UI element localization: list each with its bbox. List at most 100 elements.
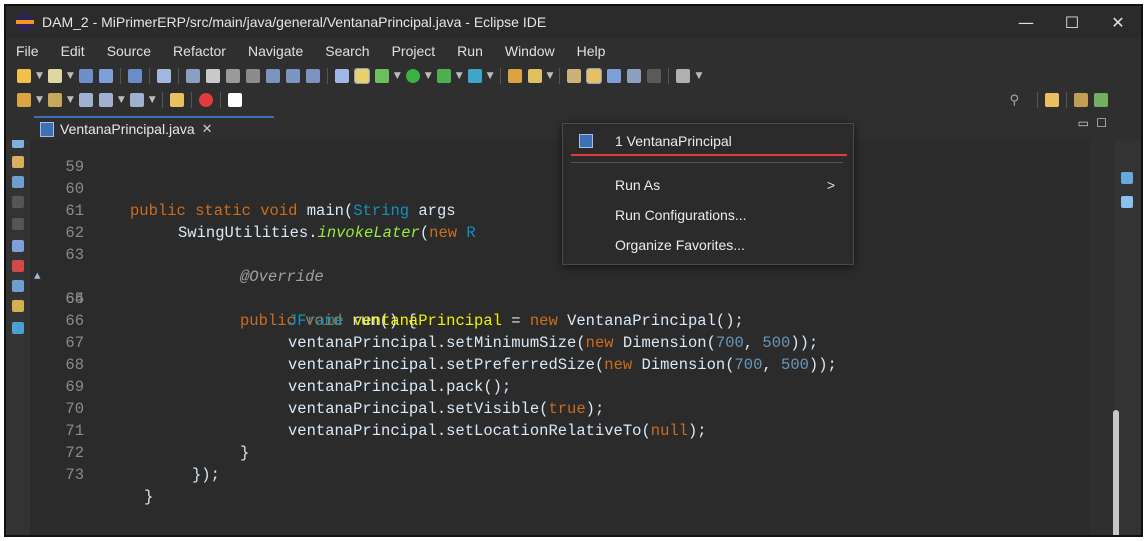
red-hat-icon[interactable] — [198, 93, 213, 107]
back-icon[interactable] — [98, 93, 113, 107]
search-icon[interactable]: ⚲ — [1009, 93, 1019, 108]
project-explorer-icon[interactable] — [12, 156, 24, 168]
code-line: 68 ventanaPrincipal.pack(); — [30, 332, 1090, 396]
main-toolbar: ▼ ▼ ▼ ▼ ▼ ▼ ▼ ▼ — [6, 64, 1141, 88]
java-perspective-icon[interactable] — [1074, 93, 1088, 107]
menu-item-label: Organize Favorites... — [615, 237, 745, 253]
menu-item-organize-favorites[interactable]: Organize Favorites... — [563, 232, 853, 258]
search-tool-icon[interactable] — [567, 69, 582, 83]
menu-bar: File Edit Source Refactor Navigate Searc… — [6, 38, 1141, 64]
menu-item-label: Run As — [615, 177, 661, 193]
chevron-down-icon[interactable]: ▼ — [36, 71, 43, 81]
pin-editor-icon[interactable] — [169, 93, 184, 107]
toolbar-separator — [119, 68, 121, 84]
menu-source[interactable]: Source — [96, 43, 162, 59]
next-annotation-icon[interactable] — [17, 93, 31, 107]
save-icon[interactable] — [78, 69, 93, 83]
code-line: 70 ventanaPrincipal.setLocationRelativeT… — [30, 376, 1090, 440]
new-icon[interactable] — [17, 69, 31, 83]
block-selection-icon[interactable] — [607, 69, 622, 83]
resume-icon[interactable] — [185, 69, 200, 83]
mark-occurrences-icon[interactable] — [586, 68, 603, 84]
menu-item-recent-ventanaprincipal[interactable]: 1 VentanaPrincipal — [563, 128, 853, 154]
chevron-down-icon[interactable]: ▼ — [118, 95, 125, 105]
outline-view-icon[interactable] — [1121, 196, 1133, 208]
tab-ventanaprincipal-java[interactable]: VentanaPrincipal.java ✕ — [34, 116, 274, 140]
chevron-down-icon[interactable]: ▼ — [36, 95, 43, 105]
suspend-icon[interactable] — [205, 69, 220, 83]
chevron-down-icon[interactable]: ▼ — [67, 71, 74, 81]
code-line: 59 — [30, 140, 1090, 176]
code-editor[interactable]: 59 60 public static void main(String arg… — [30, 140, 1090, 535]
minimize-button[interactable]: — — [1003, 6, 1049, 38]
terminal-icon[interactable] — [127, 69, 142, 83]
close-button[interactable]: ✕ — [1095, 6, 1141, 38]
code-line: 72 }); — [30, 420, 1090, 484]
menu-run[interactable]: Run — [446, 43, 494, 59]
menu-window[interactable]: Window — [494, 43, 566, 59]
new-file-icon[interactable] — [47, 69, 62, 83]
menu-item-run-configurations[interactable]: Run Configurations... — [563, 202, 853, 228]
minimize-view-icon[interactable]: ▭ — [1078, 116, 1089, 130]
maximize-button[interactable]: ☐ — [1049, 6, 1095, 38]
disconnect-icon[interactable] — [245, 69, 260, 83]
highlight-icon[interactable] — [353, 68, 370, 84]
javadoc-icon[interactable] — [12, 280, 24, 292]
pilcrow-icon[interactable] — [647, 69, 662, 83]
menu-navigate[interactable]: Navigate — [237, 43, 314, 59]
chevron-down-icon[interactable]: ▼ — [149, 95, 156, 105]
last-edit-icon[interactable] — [78, 93, 93, 107]
chevron-down-icon[interactable]: ▼ — [695, 71, 702, 81]
toolbar-separator — [668, 68, 670, 84]
restore-icon[interactable] — [12, 218, 24, 230]
hierarchy-icon[interactable] — [12, 176, 24, 188]
toggle-icon[interactable] — [334, 69, 349, 83]
maximize-view-icon[interactable]: ☐ — [1096, 116, 1107, 130]
vertical-scrollbar[interactable] — [1113, 410, 1119, 535]
menu-project[interactable]: Project — [381, 43, 447, 59]
prev-annotation-icon[interactable] — [47, 93, 62, 107]
menu-edit[interactable]: Edit — [50, 43, 96, 59]
external-tools-icon[interactable] — [467, 69, 482, 83]
eclipse-window: DAM_2 - MiPrimerERP/src/main/java/genera… — [4, 4, 1143, 537]
menu-separator — [571, 162, 843, 163]
menu-item-label: Run Configurations... — [615, 207, 747, 223]
menu-help[interactable]: Help — [566, 43, 617, 59]
chevron-down-icon[interactable]: ▼ — [547, 71, 554, 81]
chevron-down-icon[interactable]: ▼ — [456, 71, 463, 81]
word-wrap-icon[interactable] — [627, 69, 642, 83]
chevron-down-icon[interactable]: ▼ — [394, 71, 401, 81]
chevron-down-icon[interactable]: ▼ — [67, 95, 74, 105]
step-return-icon[interactable] — [305, 69, 320, 83]
outline-icon[interactable] — [12, 240, 24, 252]
menu-file[interactable]: File — [6, 43, 50, 59]
code-line: ▲ 64 public void run() { — [30, 244, 1090, 330]
menu-search[interactable]: Search — [314, 43, 380, 59]
eclipse-logo-icon — [16, 13, 34, 31]
debug-perspective-icon[interactable] — [1094, 93, 1108, 107]
save-all-icon[interactable] — [98, 69, 113, 83]
step-over-icon[interactable] — [285, 69, 300, 83]
skip-breakpoints-icon[interactable] — [156, 69, 171, 83]
step-into-icon[interactable] — [265, 69, 280, 83]
menu-item-run-as[interactable]: Run As > — [563, 172, 853, 198]
task-list-icon[interactable] — [1121, 172, 1133, 184]
console-icon[interactable] — [12, 322, 24, 334]
run-dropdown-chevron-icon[interactable]: ▼ — [425, 71, 432, 81]
chevron-down-icon[interactable]: ▼ — [487, 71, 494, 81]
debug-icon[interactable] — [374, 69, 389, 83]
close-icon[interactable]: ✕ — [202, 122, 213, 137]
problems-icon[interactable] — [12, 260, 24, 272]
pen-icon[interactable] — [527, 69, 542, 83]
terminate-icon[interactable] — [225, 69, 240, 83]
declaration-icon[interactable] — [12, 300, 24, 312]
menu-refactor[interactable]: Refactor — [162, 43, 237, 59]
code-line: 69 ventanaPrincipal.setVisible(true); — [30, 354, 1090, 418]
perspective-icon[interactable] — [1045, 93, 1059, 107]
open-type-icon[interactable] — [507, 69, 522, 83]
run-icon[interactable] — [405, 69, 420, 83]
forward-icon[interactable] — [129, 93, 144, 107]
container-icon[interactable] — [227, 93, 242, 107]
coverage-icon[interactable] — [436, 69, 451, 83]
annotation-icon[interactable] — [676, 69, 691, 83]
